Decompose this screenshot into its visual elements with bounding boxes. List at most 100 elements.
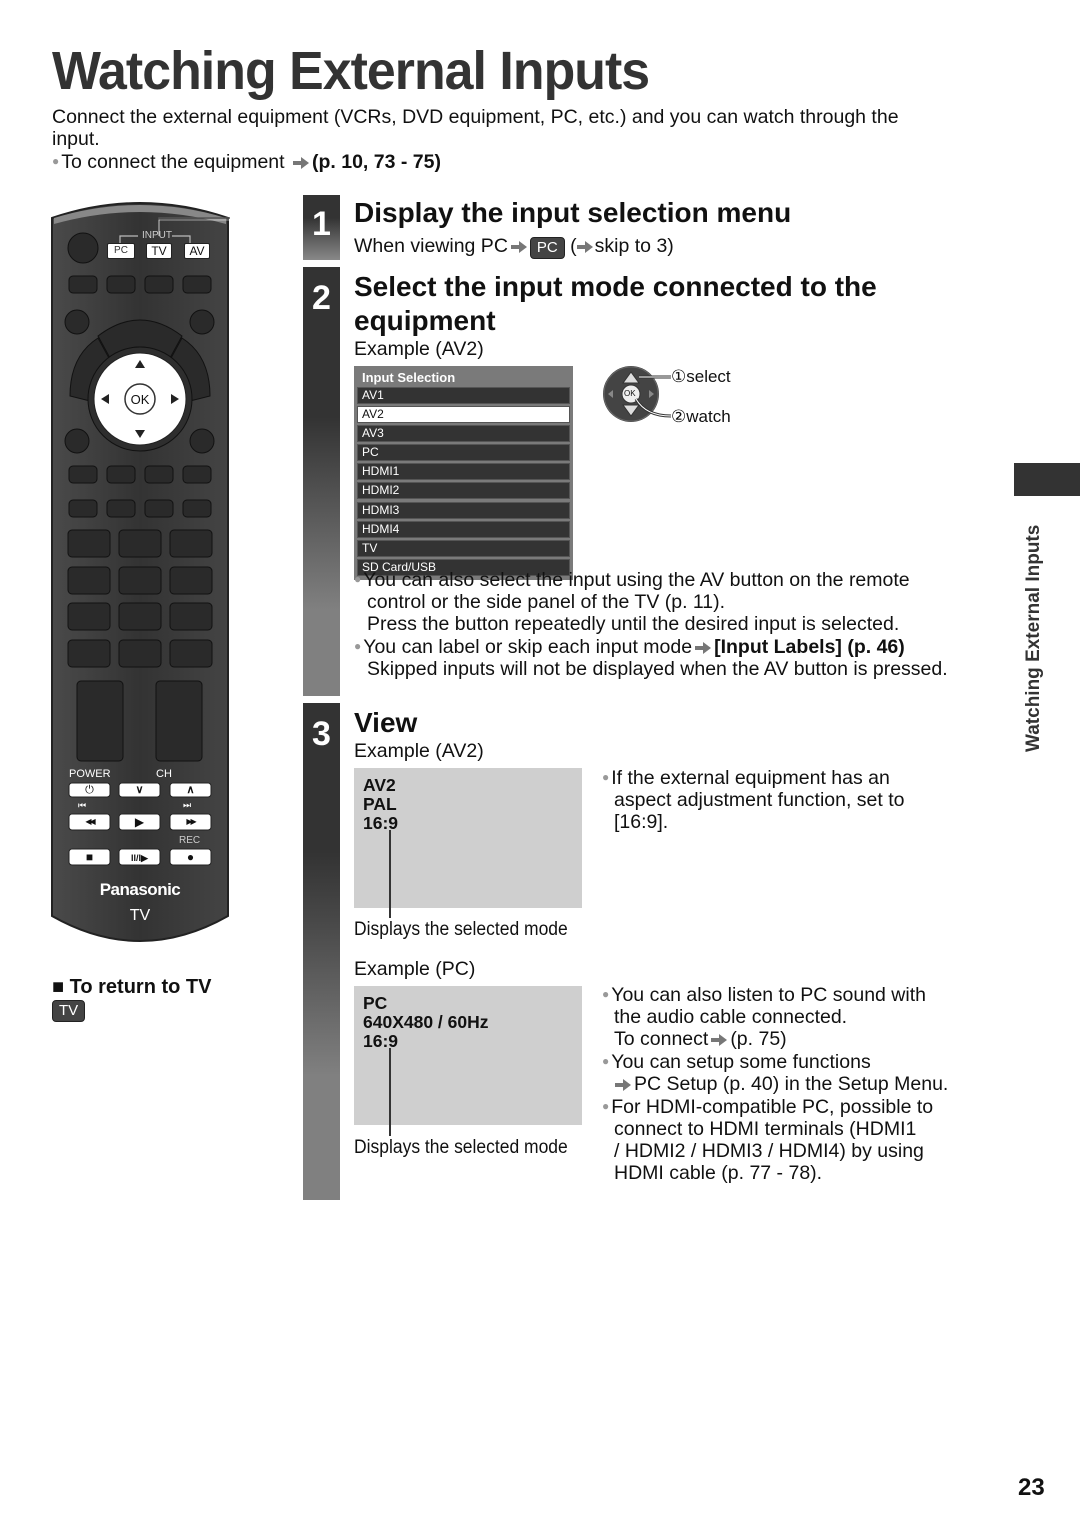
step-1-bar: 1 (303, 195, 340, 260)
screen-line: 16:9 (363, 1031, 399, 1051)
pc-notes: ● You can also listen to PC sound with th… (602, 983, 982, 1184)
arrow-right-icon (293, 157, 309, 169)
ch-label: CH (156, 768, 172, 780)
screen-info: PC 640X480 / 60Hz 16:9 (363, 994, 489, 1051)
note-text: You can also listen to PC sound with (611, 984, 926, 1006)
note-text: connect to HDMI terminals (HDMI1 (614, 1118, 917, 1140)
arrow-right-icon (695, 642, 711, 654)
note-item: ● You can also select the input using the… (354, 568, 994, 591)
remote-model-label: TV (129, 907, 151, 924)
input-menu-item[interactable]: AV2 (357, 406, 570, 424)
intro-line-2: input. (52, 128, 100, 150)
input-menu-item[interactable]: HDMI4 (357, 520, 570, 538)
step-1-sub-suffix: skip to 3) (594, 235, 674, 257)
input-label: INPUT (142, 230, 172, 241)
watch-hint: ②watch (671, 407, 731, 426)
step-1-subtext: When viewing PC PC (skip to 3) (354, 235, 674, 259)
av-input-button[interactable]: AV (184, 243, 210, 259)
step-2-title: Select the input mode connected to the e… (354, 270, 877, 338)
input-menu-item[interactable]: AV1 (357, 387, 570, 404)
remote-body (51, 202, 282, 942)
note-text: the audio cable connected. (614, 1006, 848, 1028)
return-to-tv-key: TV (52, 1000, 86, 1022)
brand-logo: Panasonic (99, 880, 181, 899)
pc-input-button[interactable]: PC (107, 243, 135, 259)
note-text: Skipped inputs will not be displayed whe… (367, 658, 948, 680)
screen-line: PC (363, 993, 388, 1013)
step-2-notes: ● You can also select the input using the… (354, 568, 994, 680)
play-button[interactable]: ▶ (119, 815, 160, 829)
av2-notes: ● If the external equipment has an aspect… (602, 766, 942, 833)
nav-hint: OK ①select ②watch (601, 364, 751, 428)
note-text: You can setup some functions (611, 1051, 871, 1073)
return-to-tv-heading: ■ To return to TV (52, 976, 212, 998)
note-text: You can also select the input using the … (363, 569, 910, 591)
ch-up-button[interactable]: ∧ (170, 783, 211, 797)
note-text: PC Setup (p. 40) in the Setup Menu. (634, 1073, 949, 1095)
input-menu-item[interactable]: PC (357, 444, 570, 462)
callout-line (389, 1048, 391, 1136)
step-3-title: View (354, 707, 418, 738)
step-2-title-line-1: Select the input mode connected to the (354, 271, 877, 302)
power-button[interactable]: ⏻ (69, 783, 110, 797)
input-menu-item[interactable]: HDMI1 (357, 463, 570, 481)
input-labels-ref[interactable]: [Input Labels] (p. 46) (714, 636, 905, 658)
av2-caption: Displays the selected mode (354, 919, 568, 940)
remote-control-illustration: INPUT PC TV AV OK POWER CH ⏻ ∨ ∧ ⏮ ⏭ ◀◀ … (50, 196, 282, 952)
step-1-number: 1 (312, 205, 331, 243)
tv-input-button[interactable]: TV (146, 243, 172, 259)
step-2-number: 2 (312, 279, 331, 317)
input-menu-item[interactable]: HDMI3 (357, 501, 570, 519)
pause-button[interactable]: II/I▶ (119, 851, 160, 865)
rewind-button[interactable]: ◀◀ (69, 815, 110, 829)
step-2-title-line-2: equipment (354, 305, 496, 336)
arrow-right-icon (711, 1034, 727, 1046)
fast-forward-button[interactable]: ▶▶ (170, 815, 211, 829)
ch-down-button[interactable]: ∨ (119, 783, 160, 797)
pc-key-icon[interactable]: PC (529, 237, 565, 259)
input-menu-item[interactable]: TV (357, 539, 570, 557)
page-number: 23 (1018, 1474, 1045, 1501)
screen-line: PAL (363, 794, 397, 814)
input-menu-list: AV1 AV2 AV3 PC HDMI1 HDMI2 HDMI3 HDMI4 TV SD Card… (357, 387, 570, 576)
connect-note: ● To connect the equipment (p. 10, 73 - 7… (52, 150, 992, 173)
example-av2-label: Example (AV2) (354, 740, 484, 762)
note-item: ● You can label or skip each input mode [I… (354, 635, 994, 658)
note-text: Press the button repeatedly until the de… (367, 613, 900, 635)
step-3-number: 3 (312, 715, 331, 753)
screen-line: 640X480 / 60Hz (363, 1012, 489, 1032)
note-text: If the external equipment has an (611, 767, 890, 789)
callout-line (389, 830, 391, 918)
step-1-title: Display the input selection menu (354, 197, 792, 228)
input-menu-item[interactable]: AV3 (357, 425, 570, 443)
ok-button[interactable]: OK (129, 392, 151, 407)
note-text: aspect adjustment function, set to (614, 789, 905, 811)
input-menu-title: Input Selection (362, 370, 456, 385)
skip-forward-icon: ⏭ (183, 800, 192, 810)
input-menu-item[interactable]: HDMI2 (357, 482, 570, 500)
input-selection-menu: Input Selection AV1 AV2 AV3 PC HDMI1 HDMI2 HDM… (354, 366, 573, 580)
bullet-icon: ● (602, 987, 610, 1001)
tv-key-icon[interactable]: TV (52, 1000, 86, 1022)
bullet-icon: ● (354, 639, 362, 653)
connect-page-ref[interactable]: (p. 10, 73 - 75) (312, 151, 441, 173)
screen-line: AV2 (363, 775, 396, 795)
intro-line-1: Connect the external equipment (VCRs, DV… (52, 106, 899, 128)
side-section-label: Watching External Inputs (1023, 524, 1044, 752)
pc-caption: Displays the selected mode (354, 1137, 568, 1158)
ok-icon: OK (624, 389, 636, 398)
connect-text: To connect the equipment (61, 151, 285, 173)
bullet-icon: ● (602, 1099, 610, 1113)
record-button[interactable]: ● (170, 850, 211, 864)
bullet-icon: ● (602, 1054, 610, 1068)
screen-info: AV2 PAL 16:9 (363, 776, 398, 833)
step-2-bar: 2 (303, 267, 340, 696)
stop-button[interactable]: ■ (69, 850, 110, 864)
screen-line: 16:9 (363, 813, 399, 833)
bullet-icon: ● (52, 154, 60, 168)
bullet-icon: ● (354, 572, 362, 586)
page-ref-link[interactable]: (p. 75) (730, 1028, 786, 1050)
step-3-bar: 3 (303, 703, 340, 1200)
arrow-right-icon (577, 241, 593, 253)
note-text: [16:9]. (614, 811, 669, 833)
